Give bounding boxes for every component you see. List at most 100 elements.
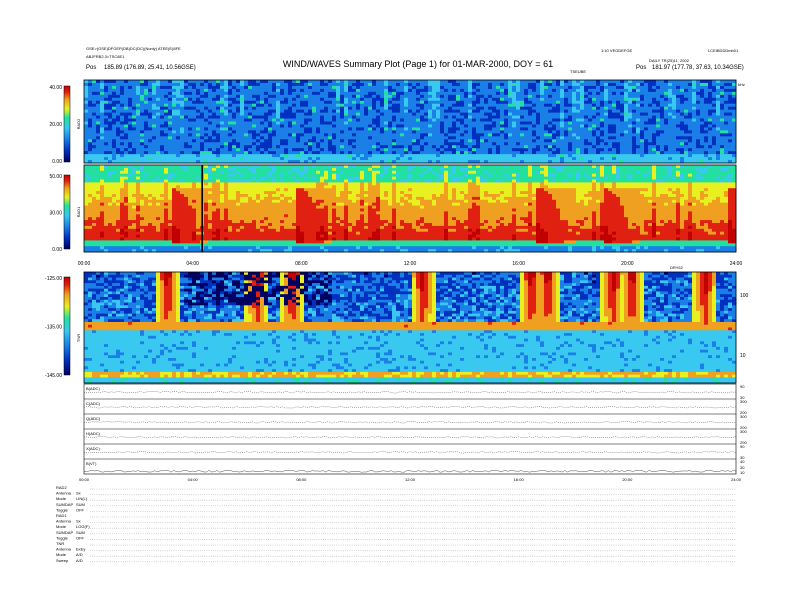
rad2-cell bbox=[704, 94, 709, 99]
rad2-cell bbox=[608, 80, 613, 84]
rad2-cell bbox=[372, 80, 377, 84]
rad2-cell bbox=[216, 157, 221, 161]
rad2-cell bbox=[688, 109, 693, 114]
rad2-cell bbox=[104, 124, 109, 128]
rad2-cell bbox=[344, 82, 349, 87]
rad2-cell bbox=[120, 94, 125, 99]
rad2-cell bbox=[652, 154, 657, 158]
rad2-cell bbox=[196, 154, 201, 158]
rad2-cell bbox=[712, 85, 717, 90]
rad2-cell bbox=[176, 115, 181, 119]
rad2-cell bbox=[544, 91, 549, 96]
rad2-cell bbox=[556, 142, 561, 146]
rad2-cell bbox=[700, 82, 705, 87]
rad2-cell bbox=[568, 118, 573, 122]
rad2-cell bbox=[328, 124, 333, 128]
rad2-cell bbox=[340, 85, 345, 90]
rad2-cell bbox=[276, 127, 281, 131]
rad2-cell bbox=[208, 121, 213, 125]
rad2-cell bbox=[192, 115, 197, 119]
rad2-cell bbox=[500, 121, 505, 125]
rad2-cell bbox=[664, 88, 669, 93]
rad2-cell bbox=[428, 154, 433, 158]
rad2-cell bbox=[668, 112, 673, 116]
rad2-cell bbox=[628, 124, 633, 128]
rad2-cell bbox=[604, 88, 609, 93]
rad2-cell bbox=[140, 100, 145, 105]
rad2-cell bbox=[528, 80, 533, 84]
rad2-cell bbox=[180, 133, 185, 137]
rad2-cell bbox=[364, 100, 369, 105]
rad2-cell bbox=[468, 88, 473, 93]
rad2-cell bbox=[92, 139, 97, 143]
rad1-cell bbox=[108, 243, 113, 247]
rad2-cell bbox=[284, 85, 289, 90]
rad2-cell bbox=[196, 97, 201, 102]
rad1-cell bbox=[128, 240, 133, 244]
rad1-cell bbox=[96, 214, 101, 218]
rad2-cell bbox=[220, 148, 225, 152]
rad2-cell bbox=[276, 157, 281, 161]
rad2-cell bbox=[444, 124, 449, 128]
rad2-cell bbox=[664, 97, 669, 102]
rad2-cell bbox=[276, 154, 281, 158]
rad2-cell bbox=[636, 130, 641, 134]
rad2-cell bbox=[104, 151, 109, 155]
rad2-cell bbox=[176, 82, 181, 87]
rad2-cell bbox=[596, 145, 601, 149]
rad2-cell bbox=[576, 130, 581, 134]
rad2-cell bbox=[212, 148, 217, 152]
rad2-cell bbox=[560, 127, 565, 131]
rad1-cell bbox=[92, 173, 97, 177]
rad2-cell bbox=[328, 157, 333, 161]
rad2-cell bbox=[160, 142, 165, 146]
rad2-cell bbox=[212, 112, 217, 116]
rad2-cell bbox=[700, 88, 705, 93]
rad1-cell bbox=[120, 240, 125, 244]
rad2-cell bbox=[272, 85, 277, 90]
rad2-cell bbox=[236, 100, 241, 105]
rad2-cell bbox=[192, 136, 197, 140]
rad2-cell bbox=[500, 106, 505, 111]
rad2-cell bbox=[632, 136, 637, 140]
rad2-cell bbox=[472, 97, 477, 102]
rad2-cell bbox=[552, 94, 557, 99]
rad2-cell bbox=[172, 151, 177, 155]
rad2-cell bbox=[576, 142, 581, 146]
rad2-cell bbox=[456, 100, 461, 105]
rad2-cell bbox=[548, 118, 553, 122]
rad2-cell bbox=[728, 97, 733, 102]
rad2-cell bbox=[360, 100, 365, 105]
rad2-cell bbox=[580, 139, 585, 143]
rad2-cell bbox=[600, 97, 605, 102]
rad2-cell bbox=[244, 100, 249, 105]
rad2-cell bbox=[356, 136, 361, 140]
rad2-cell bbox=[104, 130, 109, 134]
rad2-cell bbox=[284, 142, 289, 146]
rad2-cell bbox=[124, 133, 129, 137]
rad2-cell bbox=[712, 139, 717, 143]
rad2-cell bbox=[460, 88, 465, 93]
rad2-cell bbox=[160, 85, 165, 90]
rad2-cell bbox=[440, 151, 445, 155]
rad2-cell bbox=[516, 148, 521, 152]
rad2-cell bbox=[308, 97, 313, 102]
rad2-cell bbox=[500, 88, 505, 93]
rad2-cell bbox=[472, 127, 477, 131]
rad2-cell bbox=[392, 112, 397, 116]
rad2-cell bbox=[408, 124, 413, 128]
rad2-cell bbox=[628, 133, 633, 137]
rad2-cell bbox=[652, 130, 657, 134]
rad2-cell bbox=[328, 106, 333, 111]
rad2-cell bbox=[116, 133, 121, 137]
rad2-cell bbox=[592, 82, 597, 87]
rad2-cell bbox=[88, 100, 93, 105]
rad2-cell bbox=[300, 121, 305, 125]
rad2-cell bbox=[572, 106, 577, 111]
rad2-cell bbox=[136, 130, 141, 134]
rad2-cell bbox=[616, 142, 621, 146]
rad2-cell bbox=[600, 88, 605, 93]
rad2-cell bbox=[352, 157, 357, 161]
rad2-cell bbox=[364, 118, 369, 122]
rad2-cell bbox=[676, 145, 681, 149]
